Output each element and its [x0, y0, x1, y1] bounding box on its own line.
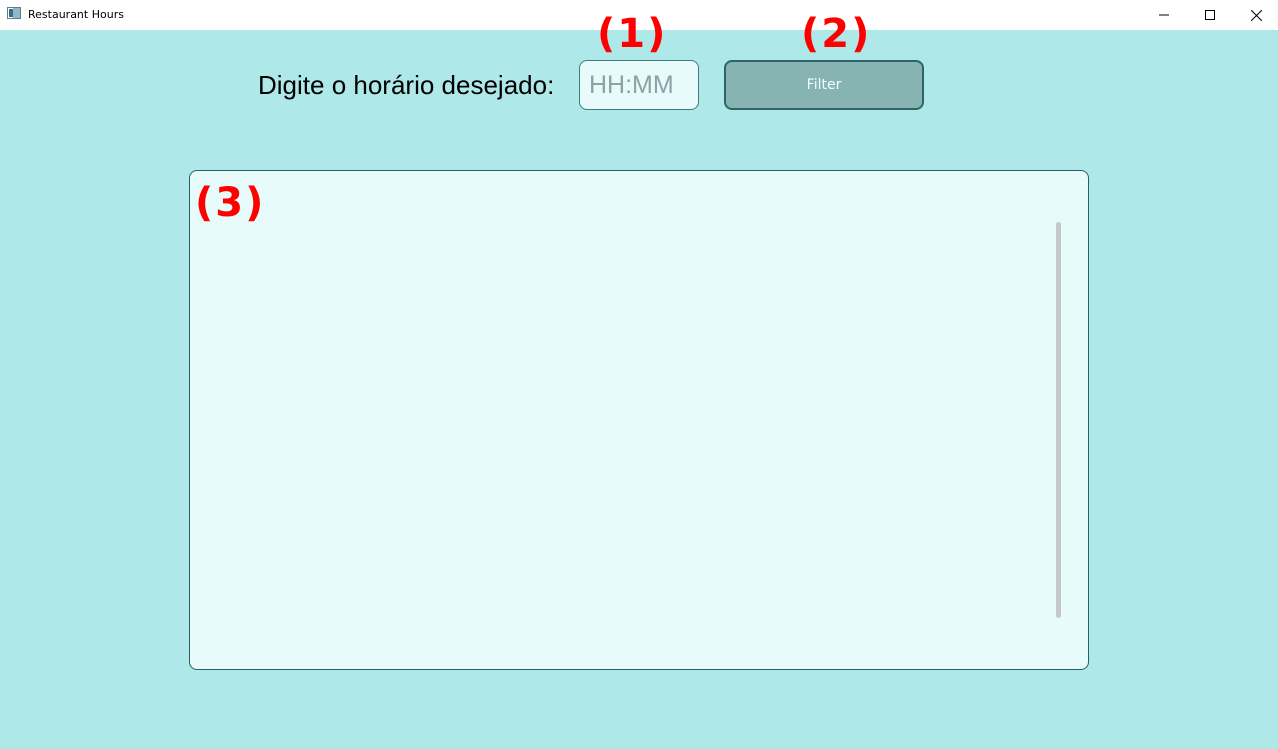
results-scrollbar[interactable]	[1056, 222, 1061, 618]
results-list[interactable]	[189, 170, 1089, 670]
filter-button[interactable]: Filter	[724, 60, 924, 110]
maximize-icon	[1205, 10, 1215, 20]
minimize-icon	[1159, 14, 1169, 16]
annotation-marker-2: (2)	[801, 11, 872, 57]
annotation-marker-3: (3)	[195, 180, 266, 226]
window-title: Restaurant Hours	[28, 8, 124, 21]
time-label: Digite o horário desejado:	[258, 70, 555, 100]
close-button[interactable]	[1233, 0, 1278, 30]
annotation-marker-1: (1)	[597, 11, 668, 57]
maximize-button[interactable]	[1187, 0, 1233, 30]
close-icon	[1250, 9, 1262, 21]
app-window-icon	[7, 7, 21, 19]
minimize-button[interactable]	[1141, 0, 1187, 30]
time-input[interactable]	[579, 60, 699, 110]
